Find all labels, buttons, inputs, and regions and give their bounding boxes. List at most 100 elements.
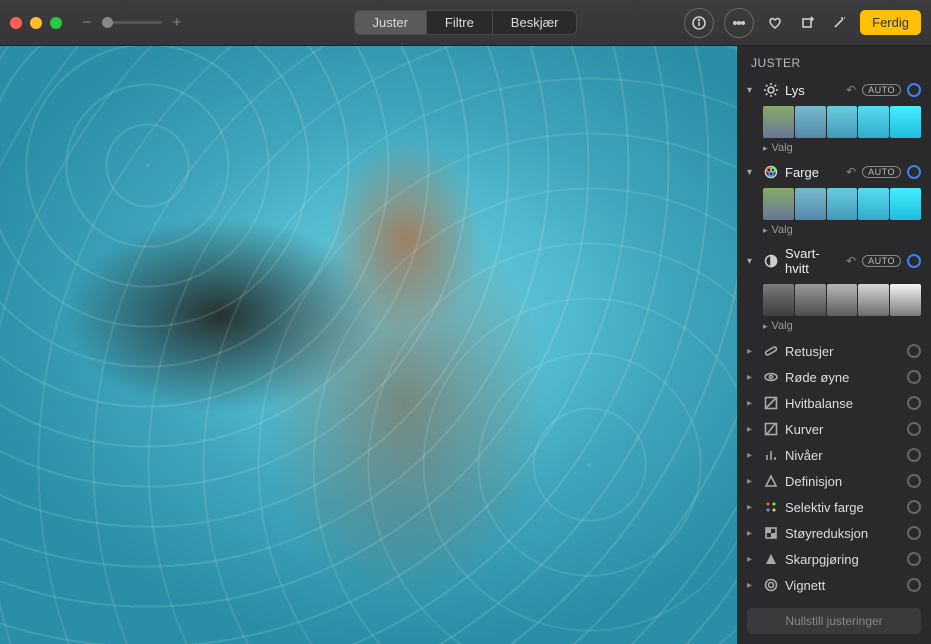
eye-icon	[763, 369, 779, 385]
zoom-out-button[interactable]: −	[80, 14, 94, 31]
window-controls	[10, 17, 62, 29]
photo-preview	[0, 46, 737, 644]
adjust-label: Nivåer	[785, 448, 901, 463]
chevron-right-icon: ▸	[763, 225, 768, 236]
bw-thumbnails[interactable]	[763, 284, 921, 316]
titlebar: − + Juster Filtre Beskjær Ferdig	[0, 0, 931, 46]
adjust-item-retouch[interactable]: ▸ Retusjer	[747, 338, 921, 364]
zoom-in-button[interactable]: +	[170, 14, 184, 31]
favorite-button[interactable]	[764, 12, 786, 34]
enable-ring[interactable]	[907, 396, 921, 410]
adjust-item-levels[interactable]: ▸ Nivåer	[747, 442, 921, 468]
minimize-window-button[interactable]	[30, 17, 42, 29]
chevron-right-icon: ▸	[747, 398, 757, 409]
contrast-icon	[763, 253, 779, 269]
enable-ring[interactable]	[907, 370, 921, 384]
tab-crop[interactable]: Beskjær	[492, 11, 577, 34]
adjust-label: Lys	[785, 83, 840, 98]
adjust-collapsed-list: ▸ Retusjer ▸ Røde øyne ▸ Hvitbalanse ▸	[737, 338, 931, 598]
auto-button-color[interactable]: AUTO	[862, 166, 901, 178]
rotate-button[interactable]	[796, 12, 818, 34]
palette-icon	[763, 499, 779, 515]
adjust-item-sharpen[interactable]: ▸ Skarpgjøring	[747, 546, 921, 572]
adjust-label: Svart-hvitt	[785, 246, 840, 276]
tab-filters[interactable]: Filtre	[426, 11, 492, 34]
adjust-label: Hvitbalanse	[785, 396, 901, 411]
adjust-label: Retusjer	[785, 344, 901, 359]
adjust-label: Farge	[785, 165, 840, 180]
toolbar-right: Ferdig	[684, 8, 921, 38]
done-button[interactable]: Ferdig	[860, 10, 921, 35]
chevron-right-icon: ▸	[747, 554, 757, 565]
chevron-down-icon: ▾	[747, 256, 757, 267]
undo-icon[interactable]: ↶	[846, 254, 856, 268]
color-options-toggle[interactable]: ▸ Valg	[747, 222, 921, 242]
enable-ring[interactable]	[907, 578, 921, 592]
close-window-button[interactable]	[10, 17, 22, 29]
bw-options-toggle[interactable]: ▸ Valg	[747, 318, 921, 338]
sun-icon	[763, 82, 779, 98]
adjust-head-color[interactable]: ▾ Farge ↶ AUTO	[747, 160, 921, 184]
sharpen-icon	[763, 551, 779, 567]
undo-icon[interactable]: ↶	[846, 165, 856, 179]
adjust-item-selective-color[interactable]: ▸ Selektiv farge	[747, 494, 921, 520]
info-button[interactable]	[684, 8, 714, 38]
checker-icon	[763, 525, 779, 541]
enable-ring[interactable]	[907, 500, 921, 514]
adjust-item-vignette[interactable]: ▸ Vignett	[747, 572, 921, 598]
bandage-icon	[763, 343, 779, 359]
light-thumbnails[interactable]	[763, 106, 921, 138]
adjust-label: Støyreduksjon	[785, 526, 901, 541]
chevron-right-icon: ▸	[747, 372, 757, 383]
chevron-right-icon: ▸	[747, 424, 757, 435]
enable-ring[interactable]	[907, 526, 921, 540]
color-icon	[763, 164, 779, 180]
adjust-group-light: ▾ Lys ↶ AUTO ▸ Valg	[737, 78, 931, 160]
adjust-label: Skarpgjøring	[785, 552, 901, 567]
triangle-icon	[763, 473, 779, 489]
chevron-down-icon: ▾	[747, 85, 757, 96]
tab-adjust[interactable]: Juster	[355, 11, 426, 34]
adjust-item-definition[interactable]: ▸ Definisjon	[747, 468, 921, 494]
zoom-slider[interactable]	[102, 21, 162, 24]
enable-ring[interactable]	[907, 344, 921, 358]
chevron-right-icon: ▸	[747, 346, 757, 357]
color-thumbnails[interactable]	[763, 188, 921, 220]
photo-canvas[interactable]	[0, 46, 737, 644]
chevron-right-icon: ▸	[763, 321, 768, 332]
whitebalance-icon	[763, 395, 779, 411]
adjust-group-bw: ▾ Svart-hvitt ↶ AUTO ▸ Valg	[737, 242, 931, 338]
enable-ring-color[interactable]	[907, 165, 921, 179]
reset-adjustments-button[interactable]: Nullstill justeringer	[747, 608, 921, 634]
adjust-item-noise[interactable]: ▸ Støyreduksjon	[747, 520, 921, 546]
adjust-label: Røde øyne	[785, 370, 901, 385]
enable-ring-bw[interactable]	[907, 254, 921, 268]
zoom-control: − +	[80, 14, 184, 31]
auto-button-light[interactable]: AUTO	[862, 84, 901, 96]
adjust-item-redeye[interactable]: ▸ Røde øyne	[747, 364, 921, 390]
options-label: Valg	[772, 320, 793, 332]
auto-enhance-button[interactable]	[828, 12, 850, 34]
adjust-head-bw[interactable]: ▾ Svart-hvitt ↶ AUTO	[747, 242, 921, 280]
adjust-group-color: ▾ Farge ↶ AUTO ▸ Valg	[737, 160, 931, 242]
adjust-head-light[interactable]: ▾ Lys ↶ AUTO	[747, 78, 921, 102]
undo-icon[interactable]: ↶	[846, 83, 856, 97]
adjust-item-curves[interactable]: ▸ Kurver	[747, 416, 921, 442]
enable-ring-light[interactable]	[907, 83, 921, 97]
chevron-down-icon: ▾	[747, 167, 757, 178]
enable-ring[interactable]	[907, 448, 921, 462]
wand-icon	[832, 16, 846, 30]
adjust-item-whitebalance[interactable]: ▸ Hvitbalanse	[747, 390, 921, 416]
auto-button-bw[interactable]: AUTO	[862, 255, 901, 267]
adjust-label: Definisjon	[785, 474, 901, 489]
enable-ring[interactable]	[907, 552, 921, 566]
enable-ring[interactable]	[907, 474, 921, 488]
adjust-label: Kurver	[785, 422, 901, 437]
fullscreen-window-button[interactable]	[50, 17, 62, 29]
more-button[interactable]	[724, 8, 754, 38]
chevron-right-icon: ▸	[747, 476, 757, 487]
chevron-right-icon: ▸	[747, 580, 757, 591]
enable-ring[interactable]	[907, 422, 921, 436]
light-options-toggle[interactable]: ▸ Valg	[747, 140, 921, 160]
sidebar-title: JUSTER	[737, 46, 931, 78]
